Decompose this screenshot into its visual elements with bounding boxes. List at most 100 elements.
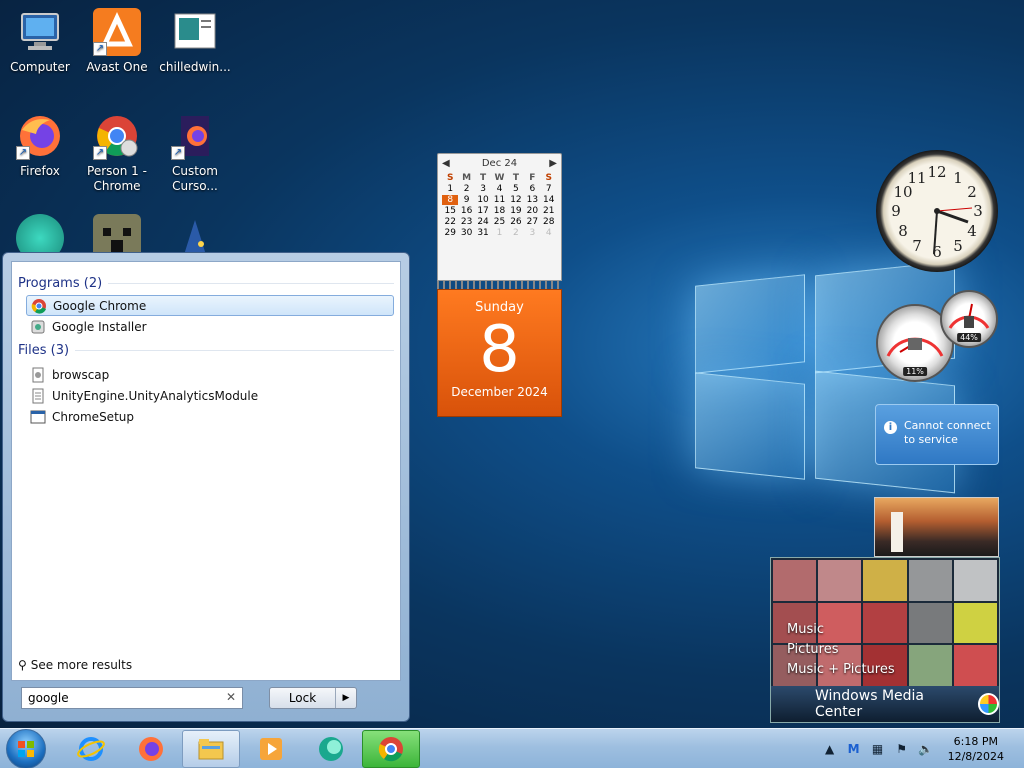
- calendar-date-cell[interactable]: 26: [508, 217, 524, 227]
- calendar-date-cell[interactable]: 29: [442, 228, 458, 238]
- power-options-arrow-icon[interactable]: ▶: [336, 688, 356, 708]
- calendar-date-cell[interactable]: 3: [524, 228, 540, 238]
- desktop-icon-label: Avast One: [86, 60, 148, 74]
- calendar-date-cell[interactable]: 8: [442, 195, 459, 205]
- files-section-header: Files (3): [12, 337, 400, 358]
- desktop-icon-label: Firefox: [20, 164, 60, 178]
- calendar-date-cell[interactable]: 7: [541, 184, 557, 194]
- media-menu-pictures[interactable]: Pictures: [787, 640, 895, 660]
- settings-file-icon: [32, 367, 44, 382]
- calendar-date-cell[interactable]: 1: [442, 184, 458, 194]
- desktop-icon-computer[interactable]: Computer: [2, 8, 78, 75]
- result-unityengine[interactable]: UnityEngine.UnityAnalyticsModule: [26, 385, 394, 406]
- calendar-date-cell[interactable]: 15: [442, 206, 458, 216]
- calendar-date-cell[interactable]: 11: [491, 195, 507, 205]
- action-center-flag-icon[interactable]: ⚑: [894, 741, 910, 757]
- media-menu-music-pictures[interactable]: Music + Pictures: [787, 660, 895, 680]
- desktop-icon-chilledwin[interactable]: chilledwin...: [157, 8, 233, 75]
- start-search-input[interactable]: [28, 691, 208, 705]
- chrome-icon: ↗: [93, 112, 141, 160]
- cpu-meter-gadget[interactable]: 11% 44%: [872, 290, 1002, 382]
- desktop-icon-avast[interactable]: ↗ Avast One: [79, 8, 155, 75]
- calendar-date-cell[interactable]: 14: [541, 195, 557, 205]
- calendar-gadget[interactable]: ◀ Dec 24 ▶ S M T W T F S 1 2 3 4 5 6 7 8 9 10 11 12 13 14 15 1…: [437, 153, 562, 417]
- system-tray: ▲ M ▦ ⚑ 🔈 6:18 PM 12/8/2024: [822, 729, 1024, 768]
- lock-button[interactable]: Lock: [270, 688, 336, 708]
- malwarebytes-icon[interactable]: M: [846, 741, 862, 757]
- calendar-date-cell[interactable]: 13: [524, 195, 540, 205]
- calendar-date-cell[interactable]: 18: [491, 206, 507, 216]
- calendar-date-cell[interactable]: 9: [458, 195, 474, 205]
- taskbar-internet-explorer[interactable]: [62, 730, 120, 768]
- calendar-date-cell[interactable]: 3: [475, 184, 491, 194]
- gadget-message: Cannot connect to service: [904, 419, 991, 446]
- desktop-icon-person1-chrome[interactable]: ↗ Person 1 - Chrome: [79, 112, 155, 194]
- network-icon[interactable]: ▦: [870, 741, 886, 757]
- calendar-date-cell[interactable]: 17: [475, 206, 491, 216]
- result-browscap[interactable]: browscap: [26, 364, 394, 385]
- desktop-icon-label: Custom Curso...: [172, 164, 218, 193]
- next-month-icon[interactable]: ▶: [549, 158, 557, 169]
- desktop-icon-custom-cursor[interactable]: ↗ Custom Curso...: [157, 112, 233, 194]
- calendar-date-cell[interactable]: 6: [524, 184, 540, 194]
- calendar-date-cell[interactable]: 2: [508, 228, 524, 238]
- result-google-installer[interactable]: Google Installer: [26, 316, 394, 337]
- taskbar-firefox[interactable]: [122, 730, 180, 768]
- calendar-date-cell[interactable]: 5: [508, 184, 524, 194]
- weather-gadget[interactable]: i Cannot connect to service: [875, 404, 999, 465]
- result-label: UnityEngine.UnityAnalyticsModule: [52, 388, 259, 403]
- show-hidden-icons-icon[interactable]: ▲: [822, 741, 838, 757]
- calendar-date-cell[interactable]: 16: [458, 206, 474, 216]
- result-chromesetup[interactable]: ChromeSetup: [26, 406, 394, 427]
- start-button[interactable]: [6, 728, 46, 768]
- firefox-nightly-icon: ↗: [171, 112, 219, 160]
- start-search-box[interactable]: ✕: [21, 687, 243, 709]
- calendar-date-cell[interactable]: 19: [508, 206, 524, 216]
- info-icon: i: [884, 421, 897, 434]
- prev-month-icon[interactable]: ◀: [442, 158, 450, 169]
- calendar-date-cell[interactable]: 1: [491, 228, 507, 238]
- clear-search-icon[interactable]: ✕: [226, 690, 236, 704]
- calendar-date-cell[interactable]: 2: [458, 184, 474, 194]
- result-google-chrome[interactable]: Google Chrome: [26, 295, 394, 316]
- volume-muted-icon[interactable]: 🔈: [918, 741, 934, 757]
- calendar-date-cell[interactable]: 28: [541, 217, 557, 227]
- shortcut-arrow-icon: ↗: [16, 146, 30, 160]
- calendar-date-cell[interactable]: 30: [458, 228, 474, 238]
- calendar-day-header: T: [512, 173, 519, 183]
- calendar-date-cell[interactable]: 12: [508, 195, 524, 205]
- result-label: ChromeSetup: [52, 409, 134, 424]
- see-more-results-link[interactable]: ⚲ See more results: [18, 658, 132, 672]
- calendar-date-cell[interactable]: 31: [475, 228, 491, 238]
- media-menu-music[interactable]: Music: [787, 620, 895, 640]
- calendar-date-cell[interactable]: 4: [491, 184, 507, 194]
- internet-explorer-icon: [77, 736, 105, 761]
- svg-text:9: 9: [891, 202, 901, 220]
- calendar-date-cell[interactable]: 4: [541, 228, 557, 238]
- media-center-title: Windows Media Center: [815, 688, 924, 720]
- media-center-bar[interactable]: Windows Media Center: [771, 686, 999, 722]
- firefox-icon: [139, 736, 163, 761]
- calendar-month-view: ◀ Dec 24 ▶ S M T W T F S 1 2 3 4 5 6 7 8 9 10 11 12 13 14 15 1…: [437, 153, 562, 281]
- cpu-percent: 11%: [903, 367, 927, 376]
- calendar-date-cell[interactable]: 23: [458, 217, 474, 227]
- clock-gadget[interactable]: 12 1 2 345 678 9 10 11: [876, 150, 998, 272]
- desktop-icon-firefox[interactable]: ↗ Firefox: [2, 112, 78, 179]
- calendar-date-cell[interactable]: 21: [541, 206, 557, 216]
- calendar-date-cell[interactable]: 22: [442, 217, 458, 227]
- calendar-date-cell[interactable]: 25: [491, 217, 507, 227]
- media-center-gadget[interactable]: Music Pictures Music + Pictures Windows …: [770, 557, 1000, 723]
- windows-logo-icon: [18, 740, 34, 757]
- taskbar-file-explorer[interactable]: [182, 729, 240, 768]
- taskbar-clock[interactable]: 6:18 PM 12/8/2024: [948, 734, 1004, 764]
- slideshow-gadget[interactable]: [874, 497, 999, 557]
- calendar-date-cell[interactable]: 10: [475, 195, 491, 205]
- taskbar-chrome[interactable]: [362, 729, 420, 768]
- app-icon: [319, 736, 343, 761]
- calendar-date-cell[interactable]: 24: [475, 217, 491, 227]
- taskbar-media-player[interactable]: [242, 730, 300, 768]
- taskbar-app[interactable]: [302, 730, 360, 768]
- calendar-date-cell[interactable]: 27: [524, 217, 540, 227]
- calendar-date-cell[interactable]: 20: [524, 206, 540, 216]
- calendar-day-header: W: [494, 173, 505, 183]
